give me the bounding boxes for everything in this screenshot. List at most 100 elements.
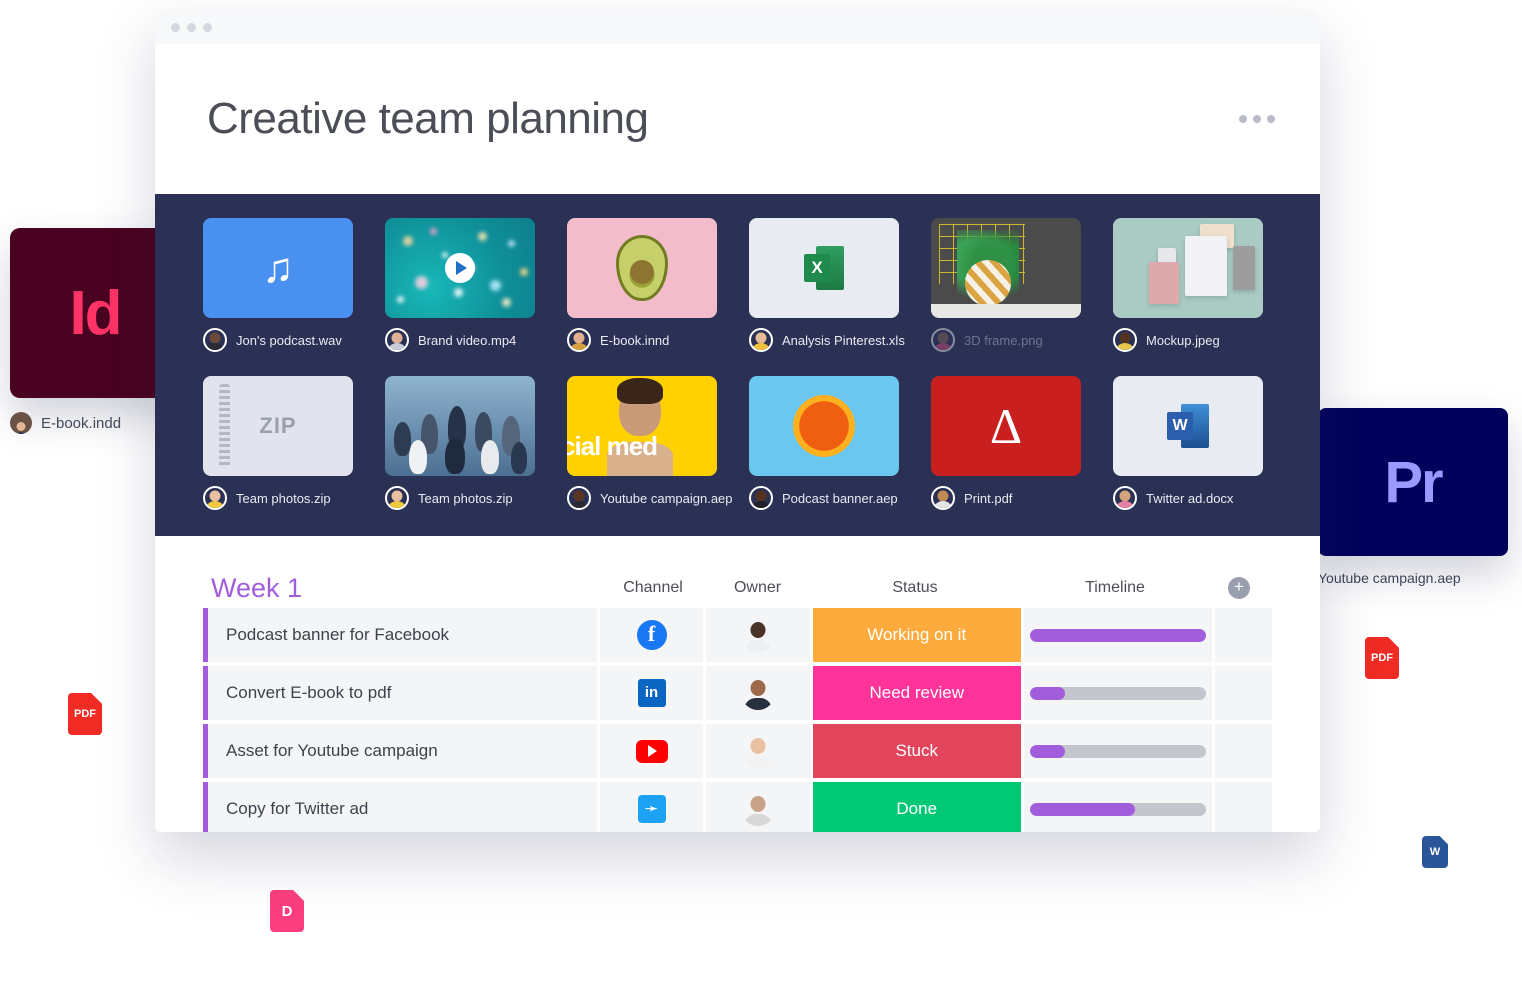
avatar [1113, 486, 1137, 510]
channel-cell[interactable]: f [600, 608, 703, 662]
close-icon[interactable] [171, 22, 180, 32]
table-row[interactable]: Podcast banner for Facebook f Working on… [203, 608, 1273, 662]
maximize-icon[interactable] [203, 22, 212, 32]
file-name: Mockup.jpeg [1146, 332, 1220, 348]
file-meta: E-book.innd [567, 328, 717, 352]
thumbnail-excel: X [749, 218, 899, 318]
file-tile[interactable]: X Analysis Pinterest.xls [749, 218, 905, 352]
floating-card-premiere[interactable]: Pr Youtube campaign.aep [1318, 408, 1508, 586]
table-body: Podcast banner for Facebook f Working on… [203, 608, 1273, 832]
task-name-cell[interactable]: Podcast banner for Facebook [203, 608, 598, 662]
status-badge[interactable]: Stuck [812, 724, 1021, 778]
file-tile[interactable]: E-book.innd [567, 218, 717, 352]
facebook-icon[interactable]: f [636, 620, 667, 650]
file-tile[interactable]: Brand video.mp4 [385, 218, 535, 352]
row-extra-cell[interactable] [1214, 724, 1273, 778]
file-name: 3D frame.png [964, 332, 1043, 348]
row-extra-cell[interactable] [1214, 608, 1273, 662]
row-extra-cell[interactable] [1214, 666, 1273, 720]
avatar [741, 676, 775, 710]
avatar [203, 486, 227, 510]
avatar [931, 328, 955, 352]
file-tile[interactable]: cial med Youtube campaign.aep [567, 376, 733, 510]
channel-cell[interactable]: in [600, 666, 703, 720]
plus-circle-icon[interactable]: + [1228, 577, 1250, 599]
status-label: Working on it [867, 625, 967, 644]
indesign-file-name: E-book.indd [41, 414, 122, 432]
thumbnail-music: ♫ [203, 218, 353, 318]
table-header-row: Week 1 Channel Owner Status Timeline + [203, 568, 1272, 608]
indesign-glyph: Id [69, 278, 122, 348]
file-tile[interactable]: Mockup.jpeg [1113, 218, 1263, 352]
thumbnail-avocado [567, 218, 717, 318]
avatar [741, 618, 775, 652]
thumbnail-word: W [1113, 376, 1263, 476]
file-name: Youtube campaign.aep [600, 490, 733, 506]
row-extra-cell[interactable] [1214, 782, 1273, 832]
app-window: Creative team planning ♫ Jon's podcast.w… [155, 10, 1320, 832]
file-tile[interactable]: Team photos.zip [385, 376, 535, 510]
owner-cell[interactable] [705, 724, 810, 778]
dropbox-badge-label: D [270, 890, 304, 932]
timeline-cell[interactable] [1023, 608, 1212, 662]
word-icon: W [1167, 404, 1209, 448]
file-tile[interactable]: ♫ Jon's podcast.wav [203, 218, 353, 352]
owner-cell[interactable] [705, 782, 810, 832]
status-badge[interactable]: Need review [812, 666, 1021, 720]
word-file-badge[interactable]: W [1408, 822, 1462, 882]
file-meta: Brand video.mp4 [385, 328, 535, 352]
pdf-file-badge[interactable]: PDF [1351, 623, 1413, 693]
task-name-cell[interactable]: Convert E-book to pdf [203, 666, 598, 720]
status-label: Done [896, 799, 938, 818]
music-note-icon: ♫ [262, 244, 294, 291]
timeline-cell[interactable] [1023, 724, 1212, 778]
file-meta: Analysis Pinterest.xls [749, 328, 905, 352]
timeline-cell[interactable] [1023, 666, 1212, 720]
file-tile[interactable]: W Twitter ad.docx [1113, 376, 1263, 510]
file-tile[interactable]: ∆ Print.pdf [931, 376, 1081, 510]
word-badge-label: W [1422, 836, 1448, 868]
premiere-glyph: Pr [1384, 449, 1443, 515]
kebab-menu-icon[interactable] [1239, 115, 1275, 123]
status-badge[interactable]: Done [812, 782, 1021, 832]
linkedin-icon[interactable]: in [637, 679, 666, 707]
file-meta: Team photos.zip [203, 486, 353, 510]
youtube-icon[interactable] [635, 739, 668, 763]
channel-cell[interactable]: ➛ [600, 782, 703, 832]
dropbox-file-badge[interactable]: D [256, 876, 318, 946]
table-row[interactable]: Copy for Twitter ad ➛ Done [203, 782, 1273, 832]
play-icon[interactable] [445, 253, 475, 283]
file-tile[interactable]: ZIP Team photos.zip [203, 376, 353, 510]
group-title: Week 1 [211, 572, 303, 603]
file-tile[interactable]: 3D frame.png [931, 218, 1081, 352]
task-name-cell[interactable]: Copy for Twitter ad [203, 782, 598, 832]
thumbnail-mockup [1113, 218, 1263, 318]
pdf-file-badge[interactable]: PDF [54, 679, 116, 749]
avatar [567, 328, 591, 352]
timeline-cell[interactable] [1023, 782, 1212, 832]
task-name-cell[interactable]: Asset for Youtube campaign [203, 724, 598, 778]
file-name: Team photos.zip [236, 490, 331, 506]
owner-cell[interactable] [705, 608, 810, 662]
status-label: Need review [869, 683, 964, 702]
avatar [749, 486, 773, 510]
owner-cell[interactable] [705, 666, 810, 720]
twitter-icon[interactable]: ➛ [637, 795, 666, 823]
minimize-icon[interactable] [187, 22, 196, 32]
premiere-file-thumbnail: Pr [1318, 408, 1508, 556]
file-grid-row: ZIP Team photos.zip Team photos.zip cial… [155, 376, 1320, 510]
table-row[interactable]: Convert E-book to pdf in Need review [203, 666, 1273, 720]
file-meta: Team photos.zip [385, 486, 535, 510]
column-header-owner[interactable]: Owner [705, 579, 810, 597]
column-header-status[interactable]: Status [810, 579, 1020, 597]
column-header-timeline[interactable]: Timeline [1020, 579, 1210, 597]
table-row[interactable]: Asset for Youtube campaign Stuck [203, 724, 1273, 778]
status-badge[interactable]: Working on it [812, 608, 1021, 662]
file-tile[interactable]: Podcast banner.aep [749, 376, 899, 510]
column-header-channel[interactable]: Channel [601, 579, 705, 597]
timeline-bar-track [1029, 802, 1206, 816]
timeline-bar-track [1029, 628, 1206, 642]
channel-cell[interactable] [600, 724, 703, 778]
avatar [10, 412, 32, 434]
avatar [749, 328, 773, 352]
